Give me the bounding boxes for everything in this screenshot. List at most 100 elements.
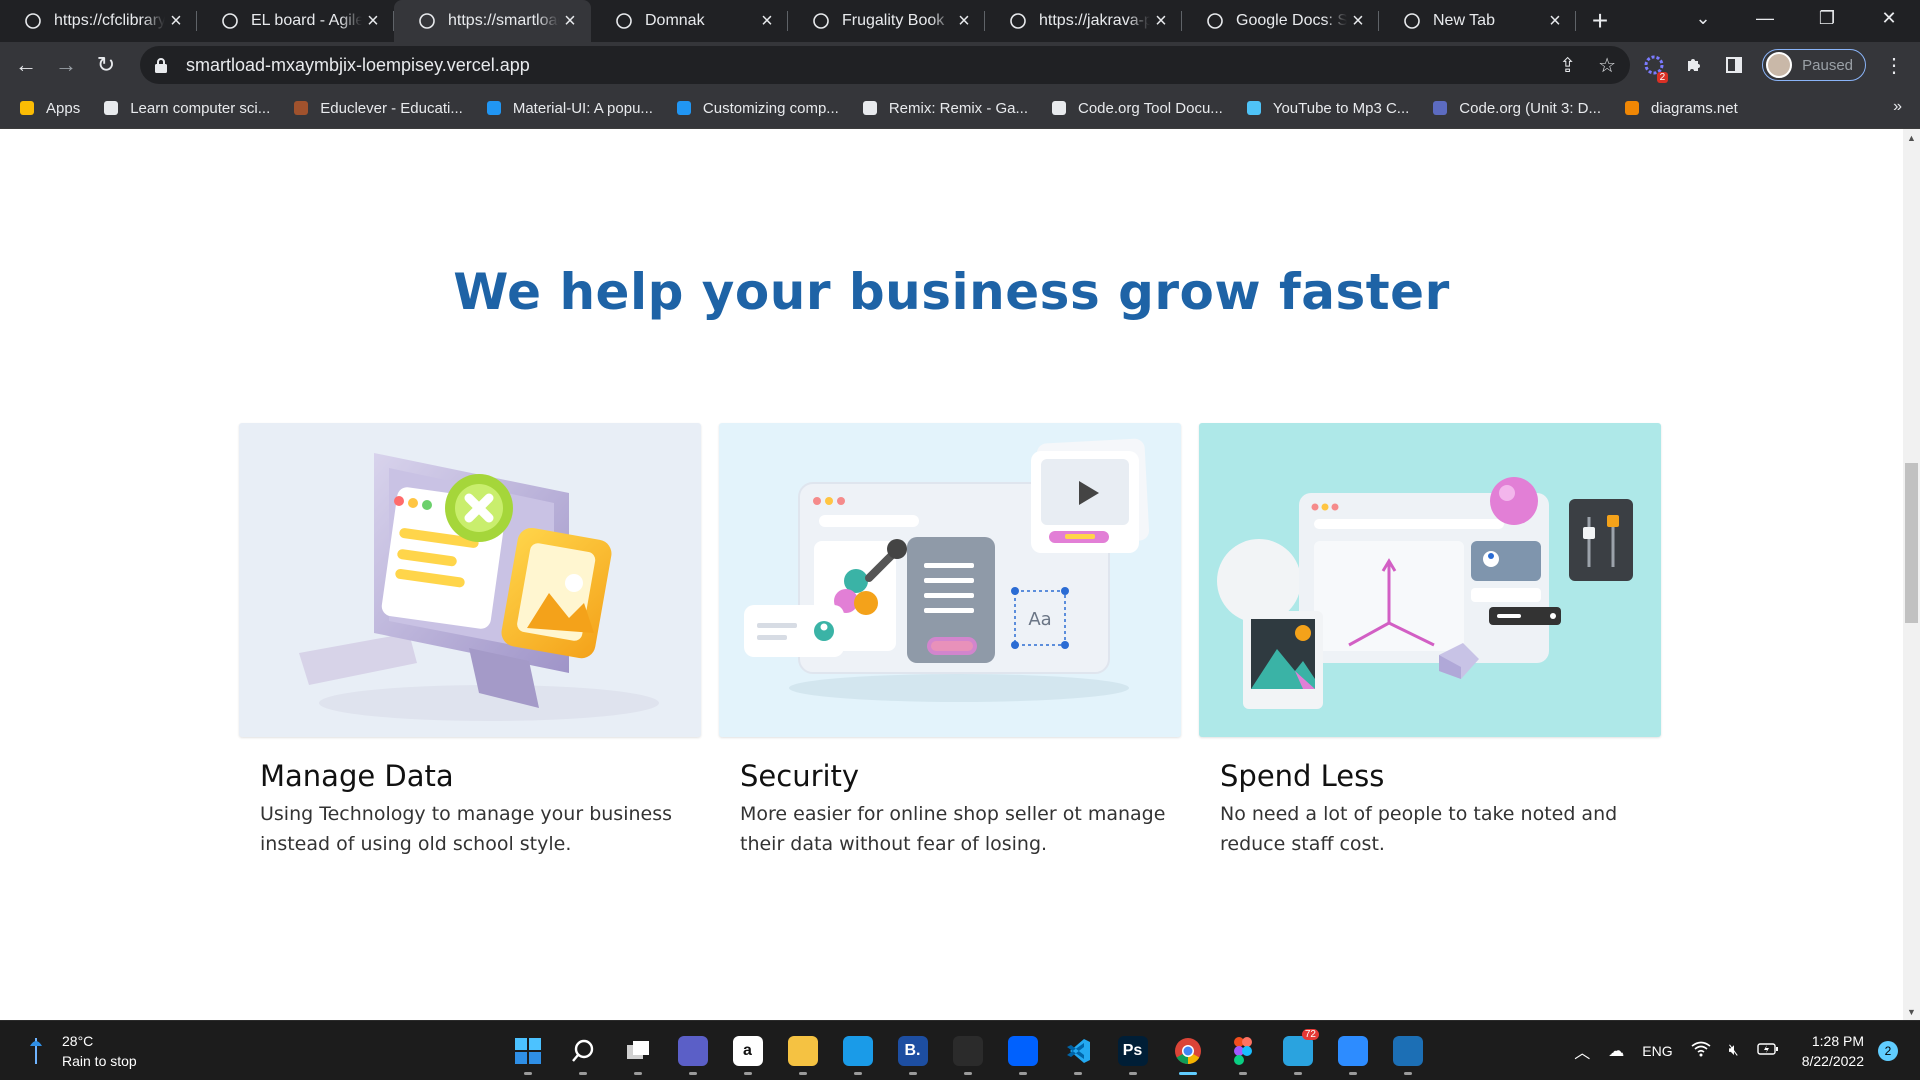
taskbar-app-task-view[interactable] [610,1027,665,1075]
tab-close-icon[interactable]: × [165,10,187,32]
side-panel-icon[interactable] [1714,45,1754,85]
browser-tab[interactable]: https://cfclibrary.w× [0,0,197,42]
forward-button[interactable]: → [46,45,86,85]
onedrive-cloud-icon[interactable]: ☁ [1608,1041,1624,1061]
taskbar-app-photoshop[interactable]: Ps [1105,1027,1160,1075]
chrome-icon [1173,1036,1203,1066]
tab-close-icon[interactable]: × [756,10,778,32]
browser-tab[interactable]: https://jakrava-pl × [985,0,1182,42]
scroll-up-arrow-icon[interactable]: ▲ [1903,129,1920,146]
battery-icon[interactable] [1757,1042,1779,1061]
restore-button[interactable]: ❐ [1796,0,1858,36]
notification-count-badge[interactable]: 2 [1878,1041,1898,1061]
grid-icon [1050,99,1068,117]
running-indicator [1178,1072,1197,1075]
bookmark-star-icon[interactable]: ☆ [1598,53,1616,78]
address-bar[interactable]: smartload-mxaymbjix-loempisey.vercel.app… [140,46,1630,84]
taskbar-app-chrome[interactable] [1160,1027,1215,1075]
share-icon[interactable]: ⇪ [1559,53,1576,78]
taskbar-app-vscode[interactable] [1050,1027,1105,1075]
windows-start-icon [513,1036,543,1066]
taskbar-app-edge[interactable] [830,1027,885,1075]
taskbar-app-amazon[interactable]: a [720,1027,775,1075]
rain-umbrella-icon [30,1038,42,1064]
tab-close-icon[interactable]: × [1150,10,1172,32]
close-window-button[interactable]: ✕ [1858,0,1920,36]
browser-tab[interactable]: Frugality Book × [788,0,985,42]
taskbar-app-search[interactable] [555,1027,610,1075]
bookmark-item[interactable]: Material-UI: A popu... [485,99,653,117]
cloud-download-icon [1245,99,1263,117]
tab-title: EL board - Agile b [251,12,362,29]
minimize-button[interactable]: — [1734,0,1796,36]
taskbar-app-start[interactable] [500,1027,555,1075]
extension-icon[interactable]: 2 [1634,45,1674,85]
bookmark-item[interactable]: diagrams.net [1623,99,1738,117]
bookmark-item[interactable]: Learn computer sci... [102,99,270,117]
reload-button[interactable]: ↻ [86,45,126,85]
taskbar-app-file-explorer[interactable] [775,1027,830,1075]
language-indicator[interactable]: ENG [1642,1043,1672,1059]
menu-kebab-icon[interactable]: ⋮ [1874,45,1914,85]
bookmark-label: Remix: Remix - Ga... [888,99,1028,117]
taskbar-app-dropbox[interactable] [995,1027,1050,1075]
tab-title: Frugality Book [842,12,945,29]
more-bookmarks-icon[interactable]: » [1893,98,1902,116]
bookmark-item[interactable]: Code.org (Unit 3: D... [1431,99,1601,117]
tab-close-icon[interactable]: × [1347,10,1369,32]
extensions-puzzle-icon[interactable] [1674,45,1714,85]
running-indicator [1293,1072,1302,1075]
speaker-muted-icon[interactable]: 🔇︎ [1729,1042,1739,1060]
new-tab-button[interactable]: + [1576,0,1624,42]
profile-button[interactable]: Paused [1762,49,1866,81]
mui-icon [675,99,693,117]
browser-tab[interactable]: Domnak × [591,0,788,42]
taskbar-app-photos[interactable] [1380,1027,1435,1075]
wifi-icon[interactable] [1691,1041,1711,1062]
taskbar-app-booking[interactable]: B. [885,1027,940,1075]
weather-widget[interactable]: 28°C Rain to stop [28,1031,137,1071]
browser-tab[interactable]: EL board - Agile b× [197,0,394,42]
lock-icon[interactable] [154,57,168,73]
tab-close-icon[interactable]: × [362,10,384,32]
bookmark-item[interactable]: Remix: Remix - Ga... [861,99,1028,117]
browser-tab[interactable]: https://smartload × [394,0,591,42]
bookmark-item[interactable]: Educlever - Educati... [292,99,463,117]
bookmark-item[interactable]: Apps [18,99,80,117]
browser-tab[interactable]: New Tab × [1379,0,1576,42]
tab-favicon-icon [24,12,42,30]
bookmark-item[interactable]: YouTube to Mp3 C... [1245,99,1409,117]
clock[interactable]: 1:28 PM 8/22/2022 [1802,1031,1864,1071]
clock-date: 8/22/2022 [1801,1053,1864,1069]
dropbox-icon [1007,1036,1038,1066]
store-icon [952,1036,983,1066]
bookmark-item[interactable]: Customizing comp... [675,99,839,117]
tab-close-icon[interactable]: × [1544,10,1566,32]
show-hidden-icons-chevron-icon[interactable]: ︿ [1574,1039,1590,1063]
system-tray: ︿ ☁ ENG 🔇︎ 1:28 PM 8/22/2022 2 [1565,1021,1920,1081]
tab-close-icon[interactable]: × [953,10,975,32]
running-indicator [578,1072,587,1075]
page-scrollbar[interactable]: ▲ ▼ [1903,129,1920,1020]
back-button[interactable]: ← [6,45,46,85]
url-text: smartload-mxaymbjix-loempisey.vercel.app [186,54,530,75]
running-indicator [743,1072,752,1075]
photos-icon [1392,1036,1423,1066]
bookmark-label: diagrams.net [1651,99,1738,117]
taskbar-app-store[interactable] [940,1027,995,1075]
taskbar-app-zoom[interactable] [1325,1027,1380,1075]
scrollbar-thumb[interactable] [1905,463,1918,623]
tab-title: New Tab [1433,12,1495,29]
tab-separator [1575,11,1576,31]
scroll-down-arrow-icon[interactable]: ▼ [1903,1003,1920,1020]
taskbar-app-figma[interactable] [1215,1027,1270,1075]
browser-tab[interactable]: Google Docs: Sign× [1182,0,1379,42]
tab-search-icon[interactable]: ⌄ [1672,0,1734,36]
taskbar-app-telegram[interactable]: 72 [1270,1027,1325,1075]
tab-close-icon[interactable]: × [559,10,581,32]
code-grid-icon [861,99,879,117]
tab-favicon-icon [1009,12,1027,30]
taskbar-app-teams-chat[interactable] [665,1027,720,1075]
bookmark-item[interactable]: Code.org Tool Docu... [1050,99,1223,117]
running-indicator [688,1072,697,1075]
